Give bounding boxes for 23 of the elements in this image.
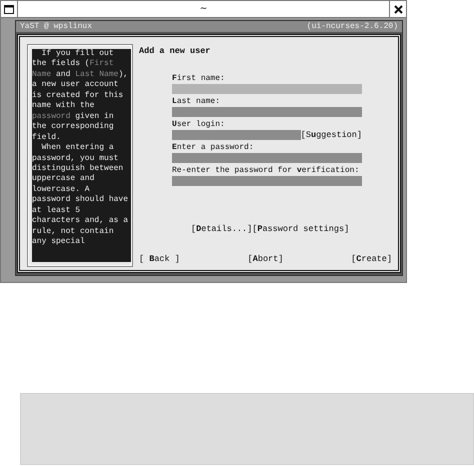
version-label: (ui-ncurses-2.6.20): [306, 21, 398, 32]
field-label: Re-enter the password for verification:: [172, 164, 360, 176]
field-label: First name:: [172, 72, 225, 84]
dialog-button[interactable]: [ Back ]: [139, 253, 180, 266]
window-menu-icon[interactable]: [4, 4, 14, 14]
input-field[interactable]: [172, 84, 362, 94]
option-button[interactable]: [Password settings]: [252, 222, 350, 236]
dialog-button[interactable]: [Create]: [351, 253, 392, 266]
field-label: Last name:: [172, 96, 220, 107]
help-text: If you fill out the fields (First Name and Last Name), a new user account is created for this name with the password given in the corresponding field. When entering a password, you must distinguish between uppercase and lowercase. A password should have at least 5 characters and, as a rule, not contain any special: [32, 49, 131, 262]
window-title: ~: [198, 3, 208, 16]
input-field[interactable]: [172, 152, 362, 163]
input-field[interactable]: [172, 130, 301, 140]
field-label: User login:: [172, 118, 225, 130]
input-field[interactable]: [172, 176, 362, 186]
dialog-button[interactable]: [Abort]: [248, 253, 284, 266]
field-label: Enter a password:: [172, 142, 254, 153]
suggestion-button[interactable]: [Suggestion]: [300, 130, 362, 140]
option-button[interactable]: [Details...]: [191, 222, 252, 236]
close-icon[interactable]: [394, 4, 402, 14]
dialog-title: Add a new user: [139, 45, 212, 58]
input-field[interactable]: [172, 106, 362, 117]
terminal-title: YaST @ wpslinux: [20, 21, 92, 32]
